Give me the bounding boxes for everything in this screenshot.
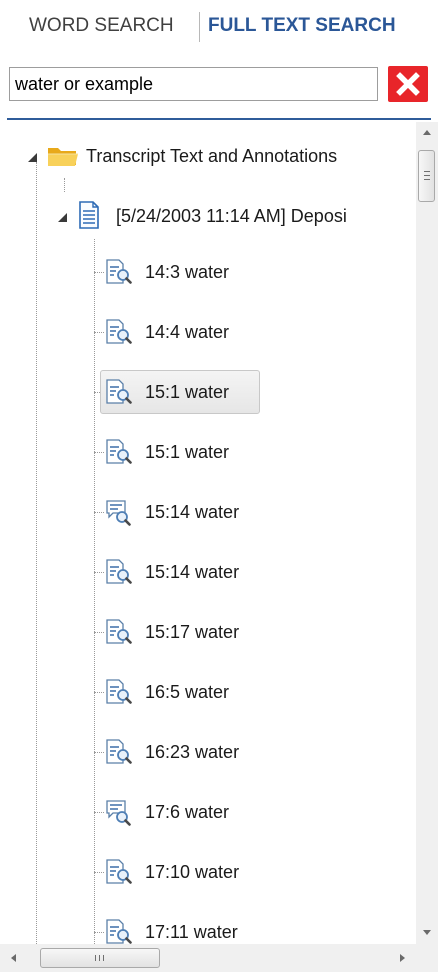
header-divider	[7, 118, 431, 120]
text-search-icon	[104, 738, 132, 771]
tab-full-text-search[interactable]: FULL TEXT SEARCH	[208, 14, 396, 38]
tree-item-label: 17:6 water	[145, 802, 230, 822]
tree-item[interactable]: 15:14 water	[100, 550, 280, 594]
tree-item-label: 16:23 water	[145, 742, 240, 762]
scrollbar-corner	[416, 944, 438, 972]
tree-item-label: 17:10 water	[145, 862, 240, 882]
tree-item-label: 15:14 water	[145, 502, 240, 522]
tree-item[interactable]: 17:6 water	[100, 790, 280, 834]
close-icon	[396, 72, 420, 96]
scroll-up-arrow-icon[interactable]	[416, 122, 438, 144]
text-search-icon	[104, 858, 132, 891]
expanded-arrow-icon[interactable]	[28, 153, 37, 162]
annotation-search-icon	[104, 798, 132, 831]
search-tabs: WORD SEARCH FULL TEXT SEARCH	[0, 0, 438, 52]
search-input[interactable]	[9, 67, 378, 101]
tree-item-label: 15:1 water	[145, 442, 230, 462]
clear-search-button[interactable]	[388, 66, 428, 102]
text-search-icon	[104, 678, 132, 711]
vertical-scrollbar[interactable]	[416, 122, 438, 944]
folder-icon	[48, 148, 78, 166]
tree-item[interactable]: 14:4 water	[100, 310, 280, 354]
tree-item[interactable]: 15:14 water	[100, 490, 280, 534]
document-icon	[79, 201, 99, 229]
tree-item[interactable]: 16:23 water	[100, 730, 280, 774]
tree-connector	[36, 162, 37, 944]
tree-item-label: 15:14 water	[145, 562, 240, 582]
text-search-icon	[104, 438, 132, 471]
tree-item-label: 15:17 water	[145, 622, 240, 642]
full-text-search-panel: WORD SEARCH FULL TEXT SEARCH Transcript …	[0, 0, 438, 972]
tree-item[interactable]: 15:1 water	[100, 430, 280, 474]
tree-item[interactable]: 15:1 water	[100, 370, 260, 414]
tree-item-label: 17:11 water	[145, 922, 238, 942]
results-tree: Transcript Text and Annotations [5/24/20…	[0, 122, 416, 944]
scroll-left-arrow-icon[interactable]	[4, 948, 24, 968]
text-search-icon	[104, 918, 132, 944]
tree-item[interactable]: 14:3 water	[100, 250, 280, 294]
text-search-icon	[104, 558, 132, 591]
text-search-icon	[104, 618, 132, 651]
annotation-search-icon	[104, 498, 132, 531]
text-search-icon	[104, 258, 132, 291]
vertical-scroll-thumb[interactable]	[418, 150, 435, 202]
tree-node-label: Transcript Text and Annotations	[86, 146, 338, 166]
tree-item-label: 15:1 water	[145, 382, 230, 402]
tree-item-label: 16:5 water	[145, 682, 230, 702]
tab-word-search[interactable]: WORD SEARCH	[29, 14, 174, 38]
scroll-right-arrow-icon[interactable]	[392, 948, 412, 968]
tree-connector	[94, 239, 95, 944]
tree-connector	[64, 178, 65, 192]
text-search-icon	[104, 378, 132, 411]
tree-item[interactable]: 16:5 water	[100, 670, 280, 714]
horizontal-scroll-thumb[interactable]	[40, 948, 160, 968]
text-search-icon	[104, 318, 132, 351]
tree-item[interactable]: 17:11 water	[100, 910, 280, 944]
tree-item-label: 14:3 water	[145, 262, 230, 282]
horizontal-scrollbar[interactable]	[0, 944, 438, 972]
tree-item[interactable]: 17:10 water	[100, 850, 280, 894]
expanded-arrow-icon[interactable]	[58, 213, 67, 222]
tree-node-label: [5/24/2003 11:14 AM] Deposi	[116, 206, 347, 226]
tab-divider	[199, 12, 200, 42]
tree-item-label: 14:4 water	[145, 322, 230, 342]
tree-item[interactable]: 15:17 water	[100, 610, 280, 654]
scroll-down-arrow-icon[interactable]	[416, 922, 438, 944]
